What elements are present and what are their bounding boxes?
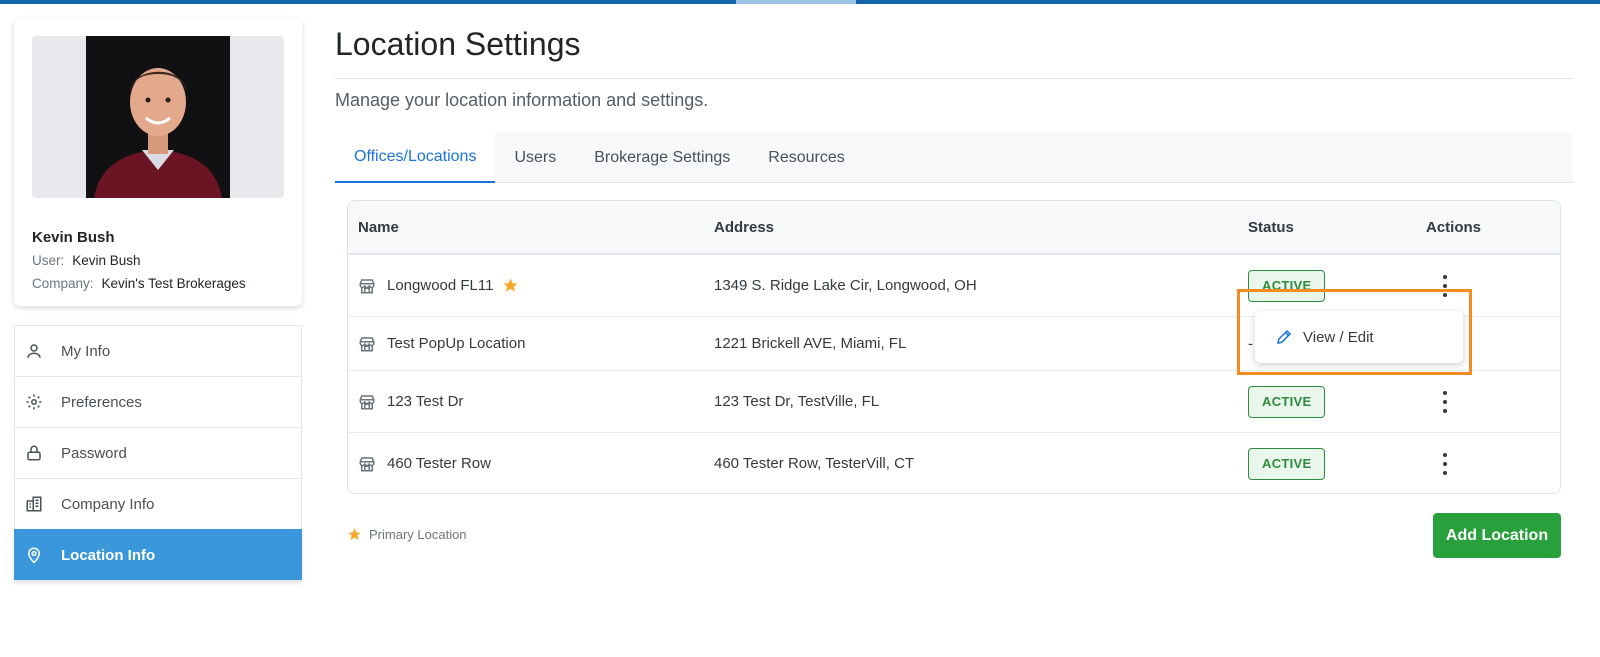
view-edit-label: View / Edit [1303,328,1374,346]
lock-icon [25,444,43,462]
sidebar-item-preferences[interactable]: Preferences [14,376,302,427]
sidebar-item-my-info[interactable]: My Info [14,325,302,376]
sidebar-item-location-info[interactable]: Location Info [14,529,302,580]
tab-offices-locations[interactable]: Offices/Locations [335,133,496,183]
sidebar-item-label: Company Info [61,495,155,513]
profile-user-value: Kevin Bush [72,253,141,268]
profile-photo-frame [32,36,284,198]
profile-user-line: User: Kevin Bush [32,253,141,268]
sidebar-item-label: Password [61,444,127,462]
location-address: 123 Test Dr, TestVille, FL [714,393,880,410]
page-title: Location Settings [335,26,581,62]
side-menu: My Info Preferences Password Company Inf… [14,325,302,580]
title-divider [335,78,1573,79]
location-name-cell: 123 Test Dr [358,371,463,432]
store-icon [358,393,376,411]
store-icon [358,335,376,353]
location-name[interactable]: Longwood FL11 [387,277,493,294]
status-badge: ACTIVE [1248,269,1326,302]
page-subtitle: Manage your location information and set… [335,90,709,110]
profile-company-value: Kevin's Test Brokerages [101,276,246,291]
table-header: Name Address Status Actions [348,201,1560,255]
sidebar-item-label: Preferences [61,393,142,411]
gear-icon [25,393,43,411]
row-actions-menu-icon[interactable] [1435,389,1455,415]
table-row: 460 Tester Row 460 Tester Row, TesterVil… [348,433,1560,494]
location-name-cell: Longwood FL11 [358,255,519,316]
legend-label: Primary Location [369,527,467,542]
tab-bar: Offices/Locations Users Brokerage Settin… [335,133,1573,183]
profile-company-line: Company: Kevin's Test Brokerages [32,276,246,291]
top-progress-bar [0,0,1600,4]
location-name[interactable]: 123 Test Dr [387,393,463,410]
tab-users[interactable]: Users [495,133,575,183]
sidebar-item-label: Location Info [61,546,156,564]
person-icon [25,342,43,360]
store-icon [358,277,376,295]
location-name[interactable]: 460 Tester Row [387,455,491,472]
status-badge: ACTIVE [1248,385,1326,418]
star-icon [347,527,362,542]
location-name-cell: Test PopUp Location [358,317,525,370]
sidebar-item-label: My Info [61,342,111,360]
pencil-icon [1275,328,1293,346]
location-name-cell: 460 Tester Row [358,433,491,494]
add-location-button[interactable]: Add Location [1433,513,1561,558]
column-header-address: Address [714,219,775,236]
profile-user-label: User: [32,253,65,268]
sidebar-item-company-info[interactable]: Company Info [14,478,302,529]
tab-resources[interactable]: Resources [749,133,863,183]
map-pin-icon [25,546,43,564]
column-header-name: Name [358,219,399,236]
building-icon [25,495,43,513]
location-name[interactable]: Test PopUp Location [387,335,525,352]
table-row: Longwood FL11 1349 S. Ridge Lake Cir, Lo… [348,255,1560,317]
store-icon [358,455,376,473]
column-header-actions: Actions [1426,219,1482,236]
tab-brokerage-settings[interactable]: Brokerage Settings [575,133,749,183]
table-row: 123 Test Dr 123 Test Dr, TestVille, FL A… [348,371,1560,433]
primary-location-legend: Primary Location [347,527,467,542]
sidebar-item-password[interactable]: Password [14,427,302,478]
row-actions-menu-icon[interactable] [1435,273,1455,299]
primary-star-icon [502,277,519,294]
profile-company-label: Company: [32,276,94,291]
profile-card: Kevin Bush User: Kevin Bush Company: Kevin… [14,18,302,306]
location-address: 1221 Brickell AVE, Miami, FL [714,335,907,352]
row-actions-menu-icon[interactable] [1435,451,1455,477]
avatar [86,36,230,198]
status-value: - [1248,335,1253,352]
column-header-status: Status [1248,219,1294,236]
status-badge: ACTIVE [1248,447,1326,480]
profile-name: Kevin Bush [32,229,115,246]
location-address: 1349 S. Ridge Lake Cir, Longwood, OH [714,277,977,294]
view-edit-menu-item[interactable]: View / Edit [1255,311,1463,363]
location-address: 460 Tester Row, TesterVill, CT [714,455,915,472]
